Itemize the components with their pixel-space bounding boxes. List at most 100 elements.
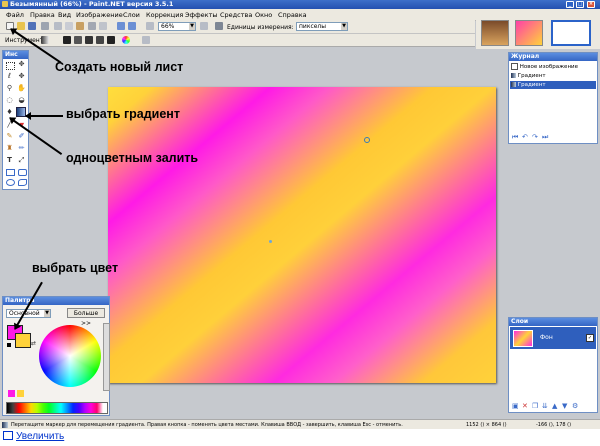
units-select[interactable]: пикселы ▼ [296,22,348,31]
ellipse-icon[interactable] [6,179,15,186]
line-icon[interactable]: ⤢ [17,156,26,165]
recolor-icon[interactable]: ◒ [17,96,26,105]
zoom-out-icon[interactable] [146,22,154,30]
open-icon[interactable] [17,22,25,30]
delete-layer-icon[interactable]: ✕ [522,402,528,410]
reflected-gradient-icon[interactable] [74,36,82,44]
secondary-color-swatch[interactable] [15,333,31,348]
annotation-new-sheet: Создать новый лист [55,60,184,74]
swap-colors-icon[interactable]: ⇄ [31,340,36,347]
menu-view[interactable]: Вид [58,11,71,19]
cursor-coords: -166 (), 178 () [536,422,572,428]
color-mode-icon[interactable] [122,36,130,44]
gradient-handle-start[interactable] [269,240,272,243]
deselect-icon[interactable] [99,22,107,30]
history-item[interactable]: Градиент [511,72,546,80]
menu-image[interactable]: Изображение [76,11,123,19]
undo-icon[interactable] [117,22,125,30]
zoom-value: 66% [161,23,175,30]
move-icon[interactable]: ✥ [17,60,26,69]
layer-properties-icon[interactable]: ⚙ [572,402,578,410]
thumbnail-2[interactable] [515,20,543,46]
image-canvas[interactable] [108,87,496,383]
annotation-solid-fill: одноцветным залить [66,151,199,165]
image-thumbnails [476,17,600,49]
zoom-icon[interactable]: ⚲ [5,84,14,93]
maximize-icon[interactable]: □ [576,1,584,8]
duplicate-layer-icon[interactable]: ❐ [532,402,538,410]
redo-icon[interactable] [128,22,136,30]
text-icon[interactable]: T [5,156,14,165]
rounded-rectangle-icon[interactable] [18,169,27,176]
redo-icon[interactable]: ↷ [532,133,538,141]
layer-row[interactable]: Фон ✓ [510,327,596,349]
chevron-down-icon: ▼ [341,23,347,30]
menu-help[interactable]: Справка [278,11,307,19]
move-down-icon[interactable]: ▼ [562,402,567,410]
menu-window[interactable]: Окно [255,11,272,19]
blending-icon[interactable] [142,36,150,44]
copy-icon[interactable] [65,22,73,30]
history-item-selected[interactable]: Градиент [510,81,596,89]
thumbnail-3[interactable] [551,20,591,46]
close-icon[interactable]: × [587,1,595,8]
lasso-icon[interactable]: ℓ [5,72,14,81]
fast-forward-icon[interactable]: ⏭ [542,133,548,142]
print-icon[interactable] [41,22,49,30]
gradient-handle-end[interactable] [364,137,370,143]
title-bar: Безымянный (66%) - Paint.NET версия 3.5.… [0,0,600,9]
cut-icon[interactable] [54,22,62,30]
paste-icon[interactable] [76,22,84,30]
units-value: пикселы [299,23,327,30]
zoom-in-icon[interactable] [200,22,208,30]
radial-gradient-icon[interactable] [96,36,104,44]
enlarge-link[interactable]: Увеличить [3,431,64,442]
thumbnail-1[interactable] [481,20,509,46]
move-up-icon[interactable]: ▲ [552,402,557,410]
menu-layers[interactable]: Слои [123,11,140,19]
menu-file[interactable]: Файл [6,11,24,19]
magic-wand-icon[interactable]: ◌ [5,96,14,105]
color-wheel[interactable] [39,325,101,387]
minimize-icon[interactable]: _ [566,1,574,8]
rectangle-shape-icon[interactable] [6,169,15,176]
undo-icon[interactable]: ↶ [522,133,528,141]
menu-effects[interactable]: Эффекты [185,11,218,19]
pencil-icon[interactable]: ✎ [5,132,14,141]
clone-stamp-icon[interactable]: ♜ [5,144,14,153]
enlarge-label: Увеличить [16,431,65,442]
reset-colors-icon[interactable] [7,343,11,347]
move-selection-icon[interactable]: ✥ [17,72,26,81]
palette-panel-title: Палитра [3,297,109,305]
chevron-down-icon: ▼ [189,23,195,30]
recent-color-2[interactable] [17,390,24,397]
color-picker-icon[interactable]: ✐ [17,132,26,141]
gradient-tool-icon[interactable] [41,36,49,44]
freeform-shape-icon[interactable] [18,179,27,186]
recent-color-1[interactable] [8,390,15,397]
layers-panel-title: Слои [509,318,597,326]
more-button[interactable]: Больше >> [67,308,105,327]
palette-mode-select[interactable]: Основной ▼ [6,309,51,318]
menu-utilities[interactable]: Средства [220,11,252,19]
pan-icon[interactable]: ✋ [17,84,26,93]
diamond-gradient-icon[interactable] [85,36,93,44]
layer-visible-checkbox[interactable]: ✓ [586,334,594,342]
menu-edit[interactable]: Правка [30,11,55,19]
history-item[interactable]: Новое изображение [511,63,578,71]
save-icon[interactable] [28,22,36,30]
zoom-field[interactable]: 66% ▼ [158,22,196,31]
crop-icon[interactable] [88,22,96,30]
rectangle-select-icon[interactable] [6,62,15,70]
merge-layer-icon[interactable]: ⇊ [542,402,548,410]
add-layer-icon[interactable]: ▣ [512,402,519,410]
layer-thumbnail [513,330,533,347]
linear-gradient-icon[interactable] [63,36,71,44]
color-slider[interactable] [103,323,110,391]
rewind-icon[interactable]: ⏮ [512,133,518,142]
grid-icon[interactable] [215,22,223,30]
menu-adjustments[interactable]: Коррекция [146,11,183,19]
layers-panel: Слои Фон ✓ ▣ ✕ ❐ ⇊ ▲ ▼ ⚙ [508,317,598,413]
recolor-brush-icon[interactable]: ✏ [17,144,26,153]
conical-gradient-icon[interactable] [107,36,115,44]
